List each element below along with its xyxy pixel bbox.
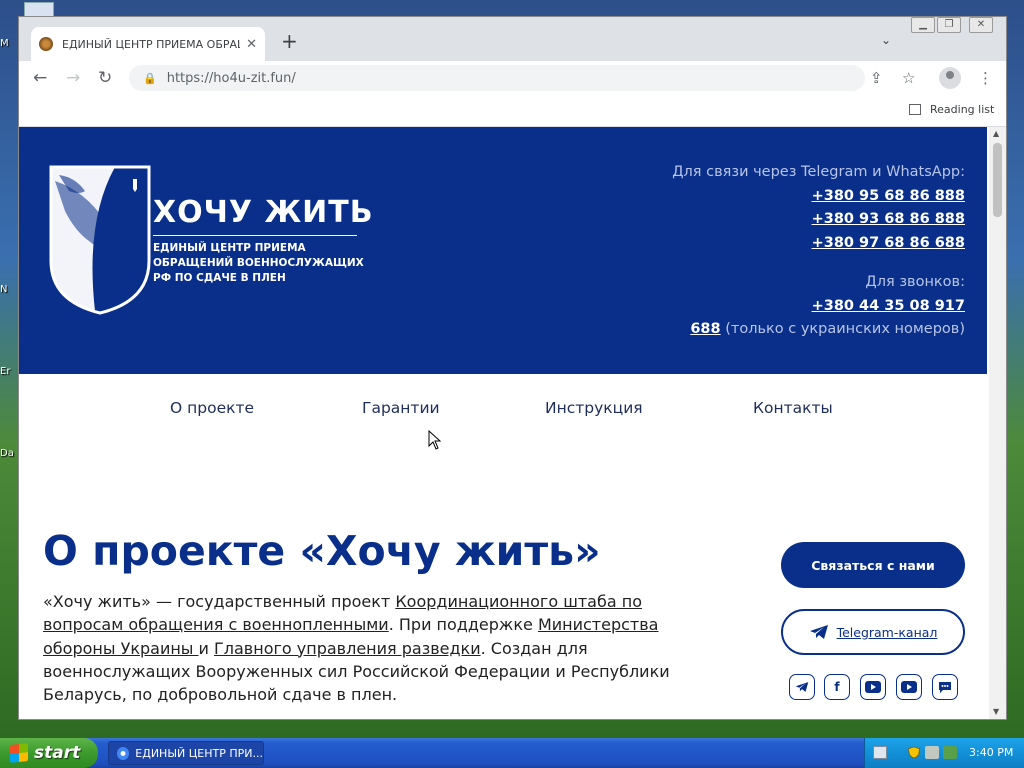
bookmarks-bar: Reading list	[19, 95, 1006, 127]
scrollbar-thumb[interactable]	[993, 143, 1002, 217]
contact-us-button[interactable]: Связаться с нами	[781, 542, 965, 588]
logo-subtitle-line: РФ ПО СДАЧЕ В ПЛЕН	[153, 272, 286, 284]
nav-guarantees[interactable]: Гарантии	[362, 399, 440, 417]
reload-icon[interactable]: ↻	[98, 68, 112, 88]
messenger-label: Для связи через Telegram и WhatsApp:	[672, 164, 965, 180]
scroll-down-icon[interactable]: ▼	[993, 707, 999, 716]
browser-tab[interactable]: ЕДИНЫЙ ЦЕНТР ПРИЕМА ОБРАЩЕ ✕	[31, 27, 265, 61]
logo-title[interactable]: ХОЧУ ЖИТЬ	[153, 195, 374, 230]
youtube-icon[interactable]	[860, 674, 886, 700]
bookmark-star-icon[interactable]: ☆	[902, 69, 915, 87]
mouse-pointer-icon	[428, 430, 442, 450]
security-shield-icon[interactable]	[907, 746, 921, 759]
intelligence-directorate-link[interactable]: Главного управления разведки	[214, 639, 481, 658]
taskbar: start ЕДИНЫЙ ЦЕНТР ПРИ... 3:40 PM	[0, 738, 1024, 768]
url-text[interactable]: https://ho4u-zit.fun/	[167, 71, 296, 86]
clock[interactable]: 3:40 PM	[969, 746, 1013, 759]
taskbar-browser-button[interactable]: ЕДИНЫЙ ЦЕНТР ПРИ...	[108, 741, 264, 765]
reading-list-label: Reading list	[930, 103, 995, 116]
new-tab-button[interactable]: +	[281, 31, 298, 51]
scroll-up-icon[interactable]: ▲	[993, 129, 999, 138]
volume-icon[interactable]	[943, 746, 957, 759]
phone-link[interactable]: +380 97 68 86 688	[672, 232, 965, 256]
share-icon[interactable]: ⇪	[870, 69, 883, 87]
minimize-button[interactable]: ▁	[911, 17, 935, 33]
about-text-part: . При поддержке	[388, 615, 538, 635]
restore-button[interactable]: ❐	[937, 17, 961, 33]
back-arrow-icon[interactable]: ←	[33, 68, 47, 88]
site-favicon-icon	[39, 37, 53, 51]
chat-icon[interactable]	[932, 674, 958, 700]
close-tab-icon[interactable]: ✕	[246, 37, 257, 52]
telegram-icon[interactable]	[789, 674, 815, 700]
header-contacts: Для связи через Telegram и WhatsApp: +38…	[672, 161, 965, 342]
nav-instruction[interactable]: Инструкция	[545, 399, 643, 417]
site-header: ХОЧУ ЖИТЬ ЕДИНЫЙ ЦЕНТР ПРИЕМА ОБРАЩЕНИЙ …	[19, 127, 987, 374]
desktop-icon-label[interactable]: N	[0, 284, 16, 295]
logo-shield-icon[interactable]	[45, 161, 155, 315]
logo-divider	[153, 235, 357, 236]
profile-avatar[interactable]	[939, 67, 961, 89]
desktop-icon-label[interactable]: Da	[0, 448, 16, 459]
logo-subtitle: ЕДИНЫЙ ЦЕНТР ПРИЕМА ОБРАЩЕНИЙ ВОЕННОСЛУЖ…	[153, 241, 373, 286]
telegram-icon	[809, 625, 828, 639]
short-number-line: 688 (только с украинских номеров)	[672, 318, 965, 342]
tab-title: ЕДИНЫЙ ЦЕНТР ПРИЕМА ОБРАЩЕ	[62, 37, 241, 51]
tab-strip: ЕДИНЫЙ ЦЕНТР ПРИЕМА ОБРАЩЕ ✕ + ⌄ ▁ ❐ ✕	[19, 17, 1006, 61]
about-text-part: «Хочу жить» — государственный проект	[43, 592, 396, 611]
reading-list-icon	[909, 104, 921, 115]
system-tray: 3:40 PM	[864, 738, 1024, 768]
youtube-icon[interactable]	[896, 674, 922, 700]
nav-contacts[interactable]: Контакты	[753, 399, 833, 417]
tab-search-chevron-icon[interactable]: ⌄	[881, 33, 891, 47]
reading-list-button[interactable]: Reading list	[909, 103, 994, 116]
menu-kebab-icon[interactable]: ⋮	[978, 69, 993, 87]
short-number-note: (только с украинских номеров)	[725, 321, 965, 337]
close-window-button[interactable]: ✕	[969, 17, 993, 33]
logo-subtitle-line: ОБРАЩЕНИЙ ВОЕННОСЛУЖАЩИХ	[153, 257, 364, 269]
keyboard-icon[interactable]	[873, 746, 887, 759]
nav-about[interactable]: О проекте	[170, 399, 254, 417]
main-nav: О проекте Гарантии Инструкция Контакты	[19, 399, 987, 429]
telegram-channel-button[interactable]: Telegram-канал	[781, 609, 965, 655]
browser-toolbar: ← → ↻ 🔒 https://ho4u-zit.fun/ ⇪ ☆ ⋮	[19, 61, 1006, 95]
chrome-icon	[117, 746, 130, 760]
phone-link[interactable]: +380 95 68 86 888	[672, 185, 965, 209]
about-text-part: и	[198, 638, 215, 658]
taskbar-button-label: ЕДИНЫЙ ЦЕНТР ПРИ...	[135, 746, 263, 760]
start-button[interactable]: start	[0, 738, 98, 768]
about-text: «Хочу жить» — государственный проект Коо…	[43, 590, 723, 706]
lock-icon[interactable]: 🔒	[143, 72, 157, 85]
about-title: О проекте «Хочу жить»	[43, 527, 601, 575]
browser-window: ЕДИНЫЙ ЦЕНТР ПРИЕМА ОБРАЩЕ ✕ + ⌄ ▁ ❐ ✕ ←…	[18, 16, 1007, 720]
network-icon[interactable]	[925, 746, 939, 759]
start-label: start	[34, 743, 81, 763]
page-viewport: ХОЧУ ЖИТЬ ЕДИНЫЙ ЦЕНТР ПРИЕМА ОБРАЩЕНИЙ …	[19, 127, 1006, 719]
desktop-icon-label[interactable]: M	[0, 38, 16, 49]
facebook-icon[interactable]: f	[824, 674, 850, 700]
page-scrollbar[interactable]: ▲ ▼	[989, 127, 1006, 719]
short-number-link[interactable]: 688	[690, 321, 720, 337]
address-bar[interactable]: 🔒 https://ho4u-zit.fun/	[129, 65, 865, 91]
logo-subtitle-line: ЕДИНЫЙ ЦЕНТР ПРИЕМА	[153, 242, 306, 254]
desktop-icon-label[interactable]: Er	[0, 366, 16, 377]
phone-link[interactable]: +380 93 68 86 888	[672, 208, 965, 232]
call-phone-link[interactable]: +380 44 35 08 917	[672, 295, 965, 319]
windows-logo-icon	[10, 743, 28, 763]
calls-label: Для звонков:	[865, 274, 965, 290]
telegram-channel-label: Telegram-канал	[836, 624, 938, 640]
forward-arrow-icon[interactable]: →	[66, 68, 80, 88]
